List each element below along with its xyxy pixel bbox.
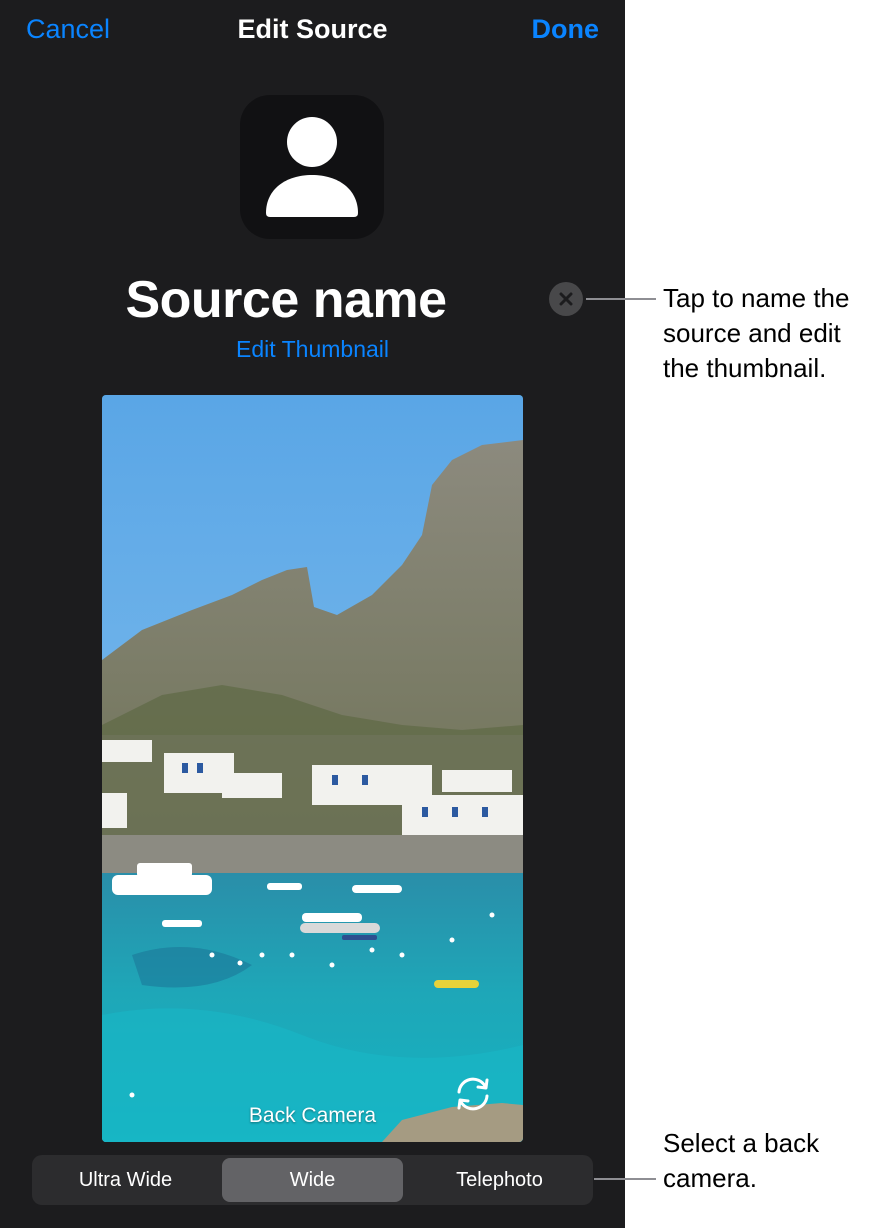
camera-preview-image <box>102 395 523 1142</box>
edit-thumbnail-link[interactable]: Edit Thumbnail <box>0 336 625 363</box>
clear-name-button[interactable] <box>549 282 583 316</box>
person-icon <box>266 117 358 217</box>
lens-option-telephoto[interactable]: Telephoto <box>409 1158 590 1202</box>
callout-name-source: Tap to name the source and edit the thum… <box>663 283 850 383</box>
done-button[interactable]: Done <box>532 14 600 45</box>
edit-source-screen: Cancel Edit Source Done Source name Edit… <box>0 0 625 1228</box>
callout-select-camera: Select a back camera. <box>663 1128 820 1193</box>
camera-flip-icon[interactable] <box>453 1076 493 1112</box>
clear-icon <box>559 292 573 306</box>
lens-selector: Ultra Wide Wide Telephoto <box>32 1155 593 1205</box>
callout-line-name <box>586 298 656 300</box>
source-name-field[interactable]: Source name <box>0 270 572 330</box>
lens-option-ultra-wide[interactable]: Ultra Wide <box>35 1158 216 1202</box>
camera-preview <box>102 395 523 1142</box>
lens-option-wide[interactable]: Wide <box>222 1158 403 1202</box>
source-thumbnail[interactable] <box>240 95 384 239</box>
callout-line-camera <box>594 1178 656 1180</box>
